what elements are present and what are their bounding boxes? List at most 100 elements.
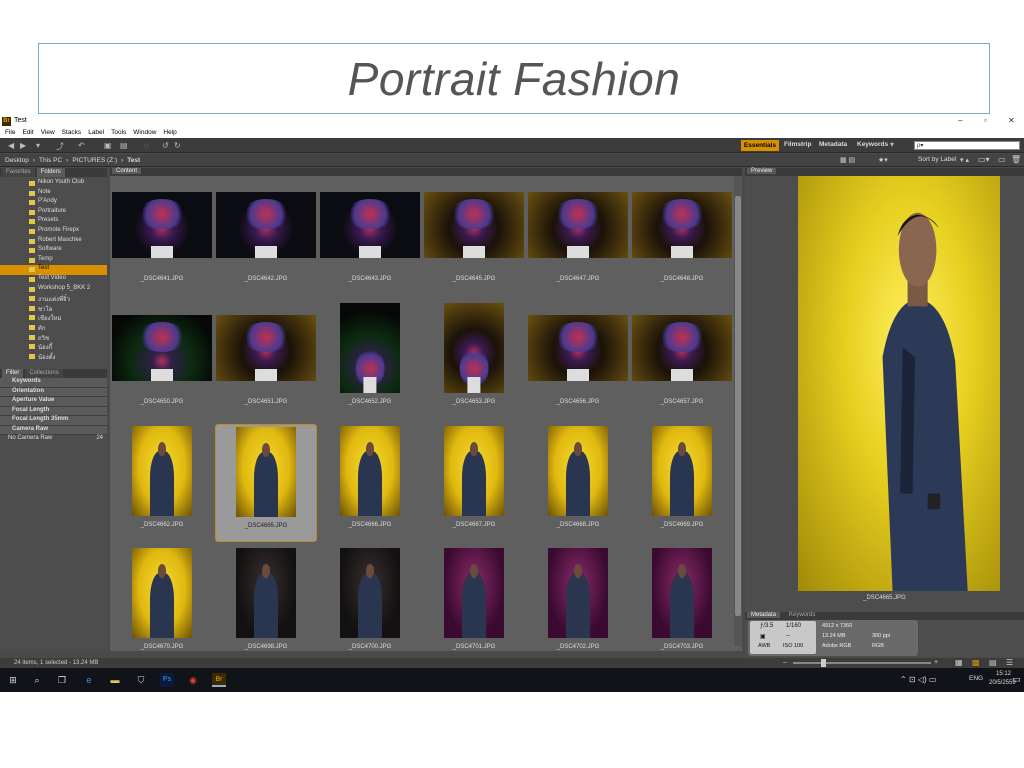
- content-scrollbar-thumb[interactable]: [735, 196, 741, 616]
- menu-window[interactable]: Window: [133, 129, 156, 136]
- folder-item[interactable]: Software: [0, 246, 107, 256]
- bridge-taskbar-icon[interactable]: Br: [212, 673, 226, 687]
- thumbnail[interactable]: _DSC4702.JPG: [527, 546, 629, 664]
- thumbnail[interactable]: _DSC4645.JPG: [423, 178, 525, 296]
- folder-item[interactable]: งานแต่งพี่จิ๋ว: [0, 294, 107, 304]
- thumbnail[interactable]: _DSC4647.JPG: [527, 178, 629, 296]
- folder-item[interactable]: Portraiture: [0, 208, 107, 218]
- slider-thumb[interactable]: [821, 659, 826, 667]
- view-details-icon[interactable]: ▤: [989, 658, 997, 667]
- thumbnail[interactable]: _DSC4670.JPG: [111, 546, 213, 664]
- thumbnail[interactable]: _DSC4700.JPG: [319, 546, 421, 664]
- folder-item[interactable]: Presets: [0, 217, 107, 227]
- folder-item[interactable]: P'Andy: [0, 198, 107, 208]
- thumbnail[interactable]: _DSC4662.JPG: [111, 424, 213, 542]
- thumbnail[interactable]: _DSC4650.JPG: [111, 301, 213, 419]
- search-input[interactable]: ρ▾: [914, 141, 1020, 150]
- notifications-icon[interactable]: ▭: [1012, 674, 1021, 685]
- filter-category[interactable]: Orientation: [0, 387, 107, 397]
- folder-item[interactable]: Temp: [0, 256, 107, 266]
- menu-label[interactable]: Label: [88, 129, 104, 136]
- thumbnail[interactable]: _DSC4643.JPG: [319, 178, 421, 296]
- tab-keywords[interactable]: Keywords: [785, 612, 819, 618]
- trash-icon[interactable]: 🗑: [1011, 155, 1021, 164]
- thumbnail[interactable]: _DSC4668.JPG: [527, 424, 629, 542]
- thumbnail[interactable]: _DSC4641.JPG: [111, 178, 213, 296]
- folder-item[interactable]: ถวิช: [0, 333, 107, 343]
- clock-time[interactable]: 15:12: [996, 671, 1011, 677]
- boomerang-icon[interactable]: ↶: [78, 141, 85, 150]
- content-scrollbar[interactable]: [734, 176, 742, 646]
- folder-item[interactable]: Note: [0, 189, 107, 199]
- folder-item[interactable]: Test Video: [0, 275, 107, 285]
- thumbnail[interactable]: _DSC4648.JPG: [631, 178, 733, 296]
- filter-category[interactable]: Focal Length: [0, 406, 107, 416]
- thumbnail[interactable]: _DSC4657.JPG: [631, 301, 733, 419]
- folder-item[interactable]: Workshop 5_BKK 2: [0, 285, 107, 295]
- tab-content[interactable]: Content: [112, 168, 142, 174]
- workspace-menu-chevron-icon[interactable]: ▾: [890, 140, 894, 149]
- folder-item[interactable]: น้องตั้ง: [0, 352, 107, 362]
- refine-icon[interactable]: ▤: [120, 141, 128, 150]
- menu-help[interactable]: Help: [163, 129, 176, 136]
- tab-filter[interactable]: Filter: [2, 369, 24, 378]
- folder-item[interactable]: Test: [0, 265, 107, 275]
- view-grid-icon[interactable]: ▦ ▤: [840, 156, 855, 164]
- edge-icon[interactable]: e: [82, 673, 96, 687]
- folder-item[interactable]: ชาโล: [0, 304, 107, 314]
- rating-filter-icon[interactable]: ★▾: [878, 156, 888, 164]
- view-thumbnails-icon[interactable]: ▩: [972, 658, 980, 667]
- thumbnail[interactable]: _DSC4698.JPG: [215, 546, 317, 664]
- folder-item[interactable]: เชียงใหม่: [0, 313, 107, 323]
- thumbnail[interactable]: _DSC4703.JPG: [631, 546, 733, 664]
- thumbnail-size-slider[interactable]: [793, 659, 931, 667]
- go-up-icon[interactable]: ⤴: [56, 141, 64, 152]
- path-this-pc[interactable]: This PC: [39, 157, 62, 164]
- thumbnail[interactable]: _DSC4701.JPG: [423, 546, 525, 664]
- menu-edit[interactable]: Edit: [22, 129, 33, 136]
- thumbnail[interactable]: _DSC4642.JPG: [215, 178, 317, 296]
- thumbnail[interactable]: _DSC4666.JPG: [319, 424, 421, 542]
- tray-icons[interactable]: ⌃ ⊡ ◁) ▭: [900, 675, 936, 684]
- thumbnail[interactable]: _DSC4653.JPG: [423, 301, 525, 419]
- path-desktop[interactable]: Desktop: [5, 157, 29, 164]
- thumbnail[interactable]: _DSC4669.JPG: [631, 424, 733, 542]
- menu-view[interactable]: View: [41, 129, 55, 136]
- tab-favorites[interactable]: Favorites: [2, 168, 35, 177]
- windows-start-icon[interactable]: ⊞: [6, 673, 20, 687]
- chevron-down-icon[interactable]: ▾: [36, 141, 40, 150]
- view-mode-icon[interactable]: ▦: [955, 658, 963, 667]
- menu-stacks[interactable]: Stacks: [62, 129, 82, 136]
- zoom-in-icon[interactable]: +: [934, 659, 938, 666]
- search-icon[interactable]: ⌕: [30, 673, 44, 687]
- thumbnail[interactable]: _DSC4667.JPG: [423, 424, 525, 542]
- sort-by-label[interactable]: Sort by Label: [918, 156, 956, 163]
- maximize-button[interactable]: ▫: [984, 116, 987, 125]
- back-arrow-icon[interactable]: ◀: [8, 141, 14, 150]
- folder-item[interactable]: Robert Maschke: [0, 237, 107, 247]
- file-explorer-icon[interactable]: ▬: [108, 673, 122, 687]
- close-button[interactable]: ✕: [1008, 116, 1015, 125]
- menu-tools[interactable]: Tools: [111, 129, 126, 136]
- filter-category[interactable]: Aperture Value: [0, 397, 107, 407]
- minimize-button[interactable]: –: [958, 116, 962, 125]
- filter-category[interactable]: Focal Length 35mm: [0, 416, 107, 426]
- photoshop-icon[interactable]: Ps: [160, 673, 174, 687]
- filter-category[interactable]: Camera Raw: [0, 425, 107, 435]
- path-test[interactable]: Test: [127, 157, 140, 164]
- thumbnail[interactable]: _DSC4665.JPG: [215, 424, 317, 542]
- task-view-icon[interactable]: ❐: [55, 673, 69, 687]
- open-camera-raw-icon[interactable]: ◌: [144, 141, 149, 150]
- workspace-keywords[interactable]: Keywords: [857, 141, 888, 148]
- preview-image[interactable]: [798, 176, 1000, 591]
- new-folder-icon[interactable]: ▭: [998, 155, 1006, 164]
- camera-import-icon[interactable]: ▣: [104, 141, 112, 150]
- rotate-left-icon[interactable]: ↺: [162, 141, 169, 150]
- tab-preview[interactable]: Preview: [747, 168, 777, 174]
- chrome-icon[interactable]: ◉: [186, 673, 200, 687]
- language-indicator[interactable]: ENG: [969, 675, 983, 682]
- store-icon[interactable]: ⛉: [134, 673, 148, 687]
- folder-icon[interactable]: ▭▾: [978, 155, 990, 164]
- folder-item[interactable]: ตัก: [0, 323, 107, 333]
- folder-item[interactable]: น้องกี้: [0, 342, 107, 352]
